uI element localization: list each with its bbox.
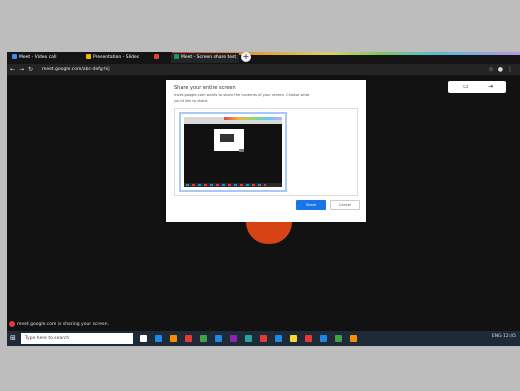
thumb-button [239, 149, 244, 152]
system-tray: ENG 12:45 [491, 334, 516, 339]
dialog-subtitle-2: you'd like to share. [174, 99, 209, 103]
sharing-notification: meet.google.com is sharing your screen. [9, 320, 109, 329]
thumb-dialog-image [220, 134, 234, 142]
taskbar-app-icon[interactable] [245, 335, 252, 342]
tab-1-label: Meet - Video call [19, 55, 57, 60]
tab-bar: Meet - Video call Presentation - Slides … [7, 52, 520, 64]
meet-favicon-icon [154, 54, 159, 59]
browser-menu-icons[interactable]: ☆●⋮ [488, 66, 517, 73]
meet-favicon-icon [174, 54, 179, 59]
taskbar-app-icon[interactable] [140, 335, 147, 342]
taskbar-app-icon[interactable] [335, 335, 342, 342]
meet-present-controls: ▭ ⇥ [448, 81, 506, 93]
dialog-title: Share your entire screen [174, 85, 236, 91]
sharing-notification-text: meet.google.com is sharing your screen. [17, 322, 109, 327]
share-button[interactable]: Share [296, 200, 326, 210]
dialog-subtitle: meet.google.com wants to share the conte… [174, 93, 310, 97]
taskbar-app-icon[interactable] [230, 335, 237, 342]
address-bar: ← → ↻ meet.google.com/abc-defg-hij ☆●⋮ [7, 64, 520, 75]
taskbar-app-icon[interactable] [185, 335, 192, 342]
taskbar: ⊞ Type here to search ENG 12:45 [7, 331, 520, 346]
screen-thumbnail[interactable] [179, 112, 287, 192]
meet-favicon-icon [12, 54, 17, 59]
slides-favicon-icon [86, 54, 91, 59]
tab-3[interactable] [151, 53, 169, 63]
thumb-strip [224, 117, 282, 120]
taskbar-app-icon[interactable] [275, 335, 282, 342]
url-field[interactable]: meet.google.com/abc-defg-hij [42, 66, 110, 73]
forward-icon[interactable]: → [19, 66, 24, 73]
windows-start-icon[interactable]: ⊞ [10, 334, 16, 342]
taskbar-app-icon[interactable] [350, 335, 357, 342]
present-icon[interactable]: ▭ [463, 83, 469, 90]
more-icon[interactable]: ⇥ [488, 83, 493, 90]
taskbar-search-input[interactable]: Type here to search [21, 333, 133, 344]
reload-icon[interactable]: ↻ [28, 66, 33, 73]
tab-2[interactable]: Presentation - Slides [83, 53, 147, 63]
new-tab-button[interactable]: + [241, 52, 251, 62]
thumb-taskbar-icons [186, 184, 266, 186]
taskbar-app-icon[interactable] [305, 335, 312, 342]
taskbar-app-icon[interactable] [155, 335, 162, 342]
screen-preview-area [174, 108, 358, 196]
cancel-button[interactable]: Cancel [330, 200, 360, 210]
taskbar-app-icon[interactable] [260, 335, 267, 342]
tab-1[interactable]: Meet - Video call [9, 53, 79, 63]
tab-4-label: Meet - Screen share test [181, 55, 237, 60]
tab-4-active[interactable]: Meet - Screen share test [171, 53, 239, 63]
taskbar-app-icon[interactable] [170, 335, 177, 342]
share-screen-dialog: Share your entire screen meet.google.com… [166, 80, 366, 222]
taskbar-app-icon[interactable] [320, 335, 327, 342]
screen-thumbnail-image [184, 117, 282, 187]
taskbar-app-icon[interactable] [215, 335, 222, 342]
screen: Meet - Video call Presentation - Slides … [7, 52, 520, 346]
taskbar-app-icon[interactable] [200, 335, 207, 342]
participant-avatar [246, 222, 292, 244]
tab-2-label: Presentation - Slides [93, 55, 140, 60]
record-dot-icon [9, 320, 15, 327]
back-icon[interactable]: ← [10, 66, 15, 73]
taskbar-app-icon[interactable] [290, 335, 297, 342]
